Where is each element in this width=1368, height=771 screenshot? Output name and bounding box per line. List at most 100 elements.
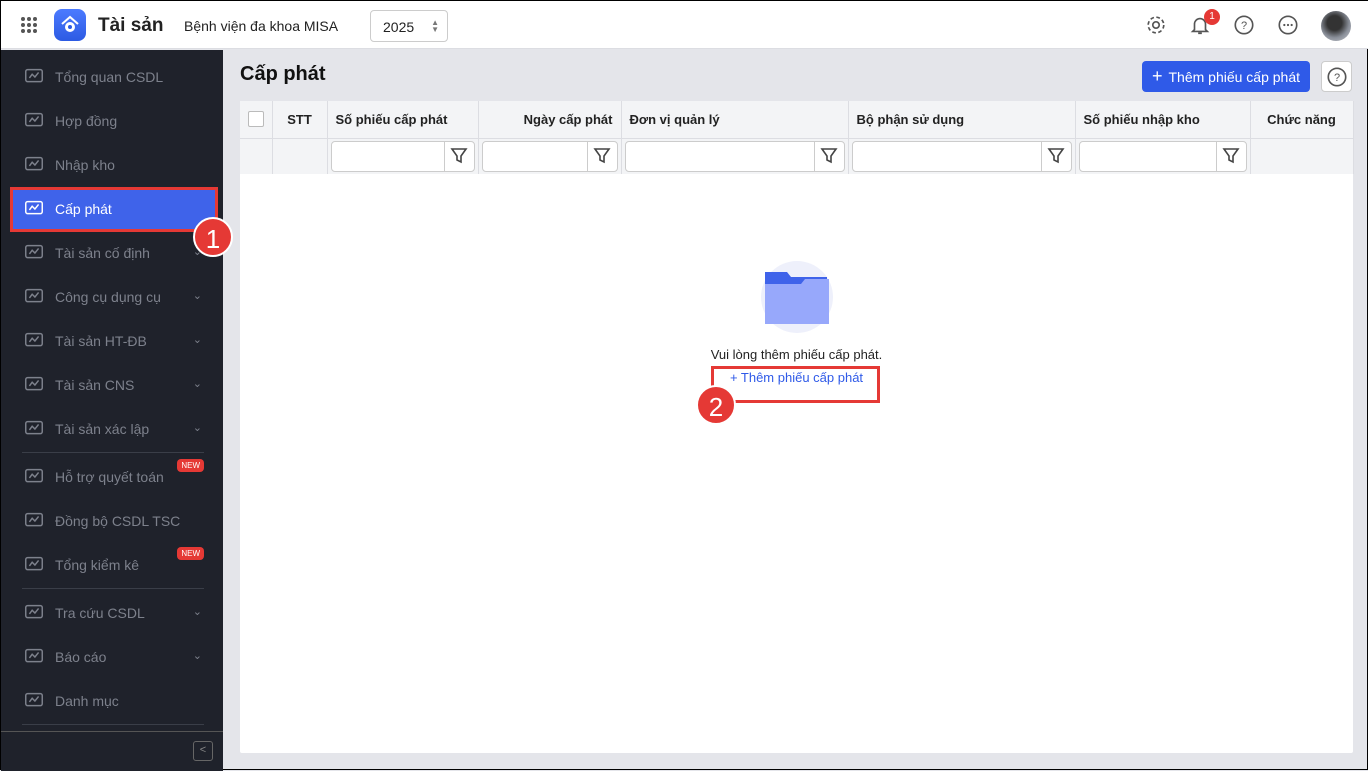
menu-item-icon bbox=[25, 376, 43, 391]
filter-row bbox=[240, 138, 1354, 174]
chevron-down-icon: ⌄ bbox=[192, 378, 202, 390]
sidebar-item[interactable]: Tài sản HT-ĐB ⌄ bbox=[13, 321, 216, 361]
column-filter bbox=[851, 140, 1072, 172]
filter-icon[interactable] bbox=[1215, 141, 1246, 171]
top-bar: Tài sản Bệnh viện đa khoa MISA 2025 ▲ ▼ 1 … bbox=[1, 1, 1368, 49]
menu-item-icon bbox=[25, 156, 43, 171]
sidebar-item-label: Tổng quan CSDL bbox=[55, 69, 164, 85]
year-select[interactable]: 2025 ▲ ▼ bbox=[370, 10, 448, 42]
sidebar-item-label: Công cụ dụng cụ bbox=[55, 289, 161, 305]
annotation-box-1 bbox=[10, 187, 218, 232]
sidebar-item[interactable]: Tổng kiểm kê NEW bbox=[13, 545, 216, 585]
sidebar-item[interactable]: Nhập kho bbox=[13, 145, 216, 185]
sidebar-item[interactable]: Báo cáo ⌄ bbox=[13, 637, 216, 677]
column-header[interactable]: Số phiếu cấp phát bbox=[327, 101, 479, 139]
menu-item-icon bbox=[25, 468, 43, 483]
chevron-down-icon: ⌄ bbox=[192, 334, 202, 346]
table-header-row: STT Số phiếu cấp phát Ngày cấp phát Đơn … bbox=[240, 101, 1354, 139]
app-grid-icon[interactable] bbox=[21, 17, 37, 33]
new-badge: NEW bbox=[177, 547, 204, 560]
sidebar-item[interactable]: Hợp đồng bbox=[13, 101, 216, 141]
sidebar-item-label: Tài sản HT-ĐB bbox=[55, 333, 147, 349]
sidebar-item[interactable]: Tổng quan CSDL bbox=[13, 57, 216, 97]
column-filter bbox=[1078, 140, 1247, 172]
empty-message: Vui lòng thêm phiếu cấp phát. bbox=[710, 347, 883, 362]
column-header[interactable]: STT bbox=[272, 101, 328, 139]
filter-input[interactable] bbox=[852, 141, 1041, 171]
data-table-card: STT Số phiếu cấp phát Ngày cấp phát Đơn … bbox=[240, 101, 1354, 753]
column-header[interactable]: Đơn vị quản lý bbox=[621, 101, 849, 139]
divider bbox=[22, 724, 204, 725]
svg-text:?: ? bbox=[1241, 20, 1247, 32]
spinner-icon: ▲ ▼ bbox=[431, 18, 439, 34]
new-badge: NEW bbox=[177, 459, 204, 472]
user-avatar[interactable] bbox=[1321, 11, 1351, 41]
sidebar-item[interactable]: Tài sản cố định ⌄ bbox=[13, 233, 216, 273]
sidebar-item[interactable]: Hỗ trợ quyết toán NEW bbox=[13, 457, 216, 497]
filter-input[interactable] bbox=[482, 141, 587, 171]
notification-badge: 1 bbox=[1204, 9, 1220, 25]
svg-text:?: ? bbox=[1333, 72, 1339, 84]
sidebar-item[interactable]: Đồng bộ CSDL TSC bbox=[13, 501, 216, 541]
column-header[interactable]: Số phiếu nhập kho bbox=[1075, 101, 1251, 139]
menu-item-icon bbox=[25, 332, 43, 347]
app-name: Tài sản bbox=[98, 15, 164, 36]
sidebar-item-label: Nhập kho bbox=[55, 157, 115, 173]
menu-item-icon bbox=[25, 604, 43, 619]
add-allocation-button[interactable]: + Thêm phiếu cấp phát bbox=[1142, 61, 1310, 92]
column-filter bbox=[481, 140, 618, 172]
chevron-down-icon: ⌄ bbox=[192, 290, 202, 302]
help-icon[interactable]: ? bbox=[1233, 14, 1255, 36]
sidebar-item-label: Danh mục bbox=[55, 693, 119, 709]
sidebar-item-label: Báo cáo bbox=[55, 649, 107, 665]
chevron-down-icon: ⌄ bbox=[192, 422, 202, 434]
filter-icon[interactable] bbox=[443, 141, 474, 171]
collapse-sidebar-icon[interactable]: < bbox=[193, 741, 213, 761]
column-header[interactable]: Ngày cấp phát bbox=[478, 101, 622, 139]
column-header[interactable]: Chức năng bbox=[1250, 101, 1354, 139]
column-header[interactable]: Bộ phận sử dụng bbox=[848, 101, 1076, 139]
sidebar-item-label: Hỗ trợ quyết toán bbox=[55, 469, 164, 485]
more-icon[interactable] bbox=[1277, 14, 1299, 36]
menu-item-icon bbox=[25, 68, 43, 83]
sidebar-item-label: Tài sản cố định bbox=[55, 245, 150, 261]
plus-icon: + bbox=[1151, 66, 1163, 86]
sidebar-item[interactable]: Danh mục bbox=[13, 681, 216, 721]
sidebar-item[interactable]: Tài sản CNS ⌄ bbox=[13, 365, 216, 405]
settings-icon[interactable] bbox=[1145, 14, 1167, 36]
sidebar-item-label: Tài sản xác lập bbox=[55, 421, 150, 437]
annotation-box-2 bbox=[711, 366, 880, 403]
menu-item-icon bbox=[25, 420, 43, 435]
menu-item-icon bbox=[25, 556, 43, 571]
filter-icon[interactable] bbox=[1040, 141, 1071, 171]
sidebar-item[interactable]: Tài sản xác lập ⌄ bbox=[13, 409, 216, 449]
year-value: 2025 bbox=[383, 19, 415, 35]
filter-input[interactable] bbox=[331, 141, 444, 171]
chevron-down-icon: ⌄ bbox=[192, 650, 202, 662]
filter-icon[interactable] bbox=[813, 141, 844, 171]
filter-input[interactable] bbox=[625, 141, 814, 171]
filter-input[interactable] bbox=[1079, 141, 1216, 171]
allocation-table: STT Số phiếu cấp phát Ngày cấp phát Đơn … bbox=[240, 101, 1354, 174]
menu-item-icon bbox=[25, 648, 43, 663]
column-filter bbox=[624, 140, 845, 172]
chevron-down-icon: ⌄ bbox=[192, 606, 202, 618]
sidebar-item[interactable]: Công cụ dụng cụ ⌄ bbox=[13, 277, 216, 317]
select-all-checkbox[interactable] bbox=[248, 111, 264, 128]
collapse-bar: < bbox=[1, 731, 223, 771]
divider bbox=[22, 588, 204, 589]
sidebar-item[interactable]: Tra cứu CSDL ⌄ bbox=[13, 593, 216, 633]
app-logo-icon bbox=[54, 9, 86, 41]
sidebar-item-label: Đồng bộ CSDL TSC bbox=[55, 513, 181, 529]
folder-icon bbox=[760, 261, 833, 333]
menu-item-icon bbox=[25, 112, 43, 127]
menu-item-icon bbox=[25, 288, 43, 303]
sidebar-item-label: Hợp đồng bbox=[55, 113, 118, 129]
filter-icon[interactable] bbox=[586, 141, 617, 171]
sidebar-item-label: Tài sản CNS bbox=[55, 377, 135, 393]
page-title: Cấp phát bbox=[240, 63, 326, 85]
sidebar: Tổng quan CSDL Hợp đồng Nhập kho Cấp phát Tà… bbox=[1, 50, 223, 771]
page-help-button[interactable]: ? bbox=[1321, 61, 1352, 92]
sidebar-item-label: Tra cứu CSDL bbox=[55, 605, 145, 621]
menu-item-icon bbox=[25, 244, 43, 259]
